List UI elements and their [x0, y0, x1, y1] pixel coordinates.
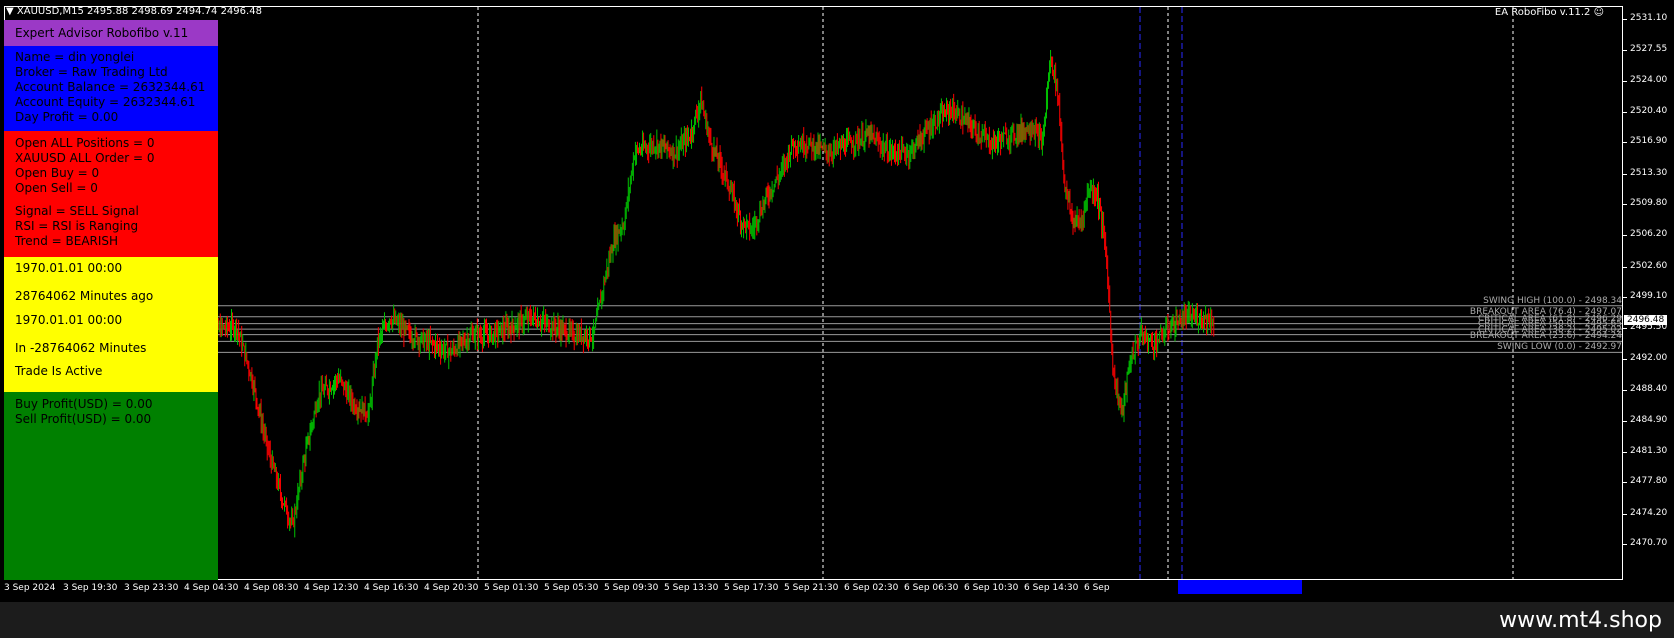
trend-status: Trend = BEARISH — [15, 234, 119, 248]
price-tick-label: 2502.60 — [1622, 260, 1668, 271]
time-axis[interactable]: 3 Sep 2024 3 Sep 19:30 3 Sep 23:30 4 Sep 04… — [4, 580, 1623, 600]
price-tick-label: 2506.20 — [1622, 229, 1668, 240]
minutes-until: In -28764062 Minutes — [15, 341, 147, 355]
ea-panel-title: Expert Advisor Robofibo v.11 — [4, 20, 218, 46]
symbol-info-line: ▼ XAUUSD,M15 2495.88 2498.69 2494.74 249… — [6, 6, 262, 17]
price-tick-label: 2488.40 — [1622, 384, 1668, 395]
price-tick-label: 2524.00 — [1622, 74, 1668, 85]
time-tick-label: 4 Sep 20:30 — [424, 583, 479, 593]
time-tick-label: 5 Sep 01:30 — [484, 583, 539, 593]
time-tick-label: 3 Sep 2024 — [4, 583, 56, 593]
time-tick-label: 5 Sep 17:30 — [724, 583, 779, 593]
ea-name-text: EA RoboFibo v.11.2 — [1494, 7, 1591, 18]
time-tick-label: 3 Sep 23:30 — [124, 583, 179, 593]
time-tick-label: 6 Sep — [1084, 583, 1110, 593]
price-tick-label: 2499.10 — [1622, 291, 1668, 302]
price-tick-label: 2516.90 — [1622, 136, 1668, 147]
time-tick-label: 4 Sep 12:30 — [304, 583, 359, 593]
price-tick-label: 2531.10 — [1622, 13, 1668, 23]
time-tick-label: 6 Sep 10:30 — [964, 583, 1019, 593]
fibo-level-label: SWING HIGH (100.0) - 2498.34 — [1483, 295, 1622, 306]
buy-profit: Buy Profit(USD) = 0.00 — [15, 397, 153, 411]
open-sell: Open Sell = 0 — [15, 181, 98, 195]
watermark-text: www.mt4.shop — [1499, 608, 1662, 633]
ea-panel-account: Name = din yonglei Broker = Raw Trading … — [4, 46, 218, 131]
time-tick-label: 3 Sep 19:30 — [63, 583, 118, 593]
price-axis[interactable]: 2531.10 2527.55 2524.00 2520.40 2516.90 2513.… — [1622, 6, 1674, 580]
price-tick-label: 2513.30 — [1622, 167, 1668, 178]
time-tick-label: 6 Sep 06:30 — [904, 583, 959, 593]
last-time: 1970.01.01 00:00 — [15, 261, 123, 275]
chart-plot-area[interactable] — [4, 6, 1623, 580]
open-buy: Open Buy = 0 — [15, 166, 100, 180]
triangle-down-icon[interactable]: ▼ — [6, 6, 14, 17]
account-equity: Account Equity = 2632344.61 — [15, 95, 196, 109]
time-tick-label: 6 Sep 02:30 — [844, 583, 899, 593]
price-tick-label: 2509.80 — [1622, 198, 1668, 209]
price-tick-label: 2470.70 — [1622, 538, 1668, 548]
ea-panel-profit: Buy Profit(USD) = 0.00 Sell Profit(USD) … — [4, 392, 218, 580]
time-tick-label: 5 Sep 05:30 — [544, 583, 599, 593]
next-time: 1970.01.01 00:00 — [15, 313, 123, 327]
footer-bar: www.mt4.shop — [0, 602, 1674, 638]
price-tick-label: 2484.90 — [1622, 414, 1668, 425]
signal-status: Signal = SELL Signal — [15, 204, 139, 218]
symbol-all-orders: XAUUSD ALL Order = 0 — [15, 151, 155, 165]
time-tick-label: 5 Sep 21:30 — [784, 583, 839, 593]
price-tick-label: 2477.80 — [1622, 476, 1668, 487]
fibo-level-label: BREAKOUT AREA (23.6) - 2494.24 — [1469, 331, 1622, 342]
price-tick-label: 2474.20 — [1622, 507, 1668, 518]
ea-name-label: EA RoboFibo v.11.2 ☺ — [1495, 7, 1604, 18]
time-tick-label: 4 Sep 08:30 — [244, 583, 299, 593]
chart-window[interactable]: ▼ XAUUSD,M15 2495.88 2498.69 2494.74 249… — [0, 0, 1674, 602]
rsi-status: RSI = RSI is Ranging — [15, 219, 139, 233]
ea-panel-time: 1970.01.01 00:00 28764062 Minutes ago 19… — [4, 257, 218, 392]
crosshair-time-label — [1178, 580, 1302, 594]
sell-profit: Sell Profit(USD) = 0.00 — [15, 412, 152, 426]
price-tick-label: 2481.30 — [1622, 445, 1668, 456]
open-all-positions: Open ALL Positions = 0 — [15, 136, 155, 150]
day-profit: Day Profit = 0.00 — [15, 110, 119, 124]
time-tick-label: 6 Sep 14:30 — [1024, 583, 1079, 593]
smiley-icon: ☺ — [1593, 7, 1604, 18]
time-tick-label: 4 Sep 04:30 — [184, 583, 239, 593]
ea-panel-positions: Open ALL Positions = 0 XAUUSD ALL Order … — [4, 131, 218, 257]
price-tick-label: 2492.00 — [1622, 352, 1668, 363]
account-name: Name = din yonglei — [15, 50, 135, 64]
account-balance: Account Balance = 2632344.61 — [15, 80, 206, 94]
symbol-quote: XAUUSD,M15 2495.88 2498.69 2494.74 2496.… — [16, 6, 262, 17]
time-tick-label: 5 Sep 13:30 — [664, 583, 719, 593]
ea-title-text: Expert Advisor Robofibo v.11 — [15, 26, 189, 40]
price-tick-label: 2527.55 — [1622, 43, 1668, 54]
time-tick-label: 4 Sep 16:30 — [364, 583, 419, 593]
minutes-ago: 28764062 Minutes ago — [15, 289, 154, 303]
fibo-level-label: SWING LOW (0.0) - 2492.97 — [1497, 342, 1622, 353]
current-price-tag: 2496.48 — [1624, 314, 1668, 325]
trade-status: Trade Is Active — [15, 364, 103, 378]
candlestick-chart[interactable] — [5, 7, 1623, 580]
time-tick-label: 5 Sep 09:30 — [604, 583, 659, 593]
price-tick-label: 2520.40 — [1622, 106, 1668, 116]
account-broker: Broker = Raw Trading Ltd — [15, 65, 168, 79]
